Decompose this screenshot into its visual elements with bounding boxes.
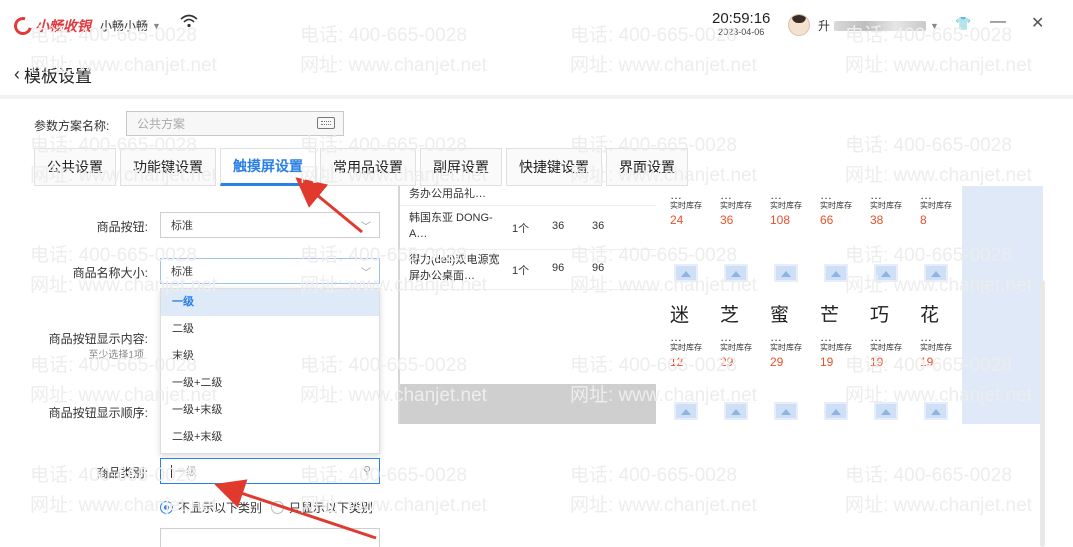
annotation-arrow [214, 479, 377, 540]
annotation-arrow [295, 177, 363, 234]
annotation-arrows [214, 177, 377, 540]
